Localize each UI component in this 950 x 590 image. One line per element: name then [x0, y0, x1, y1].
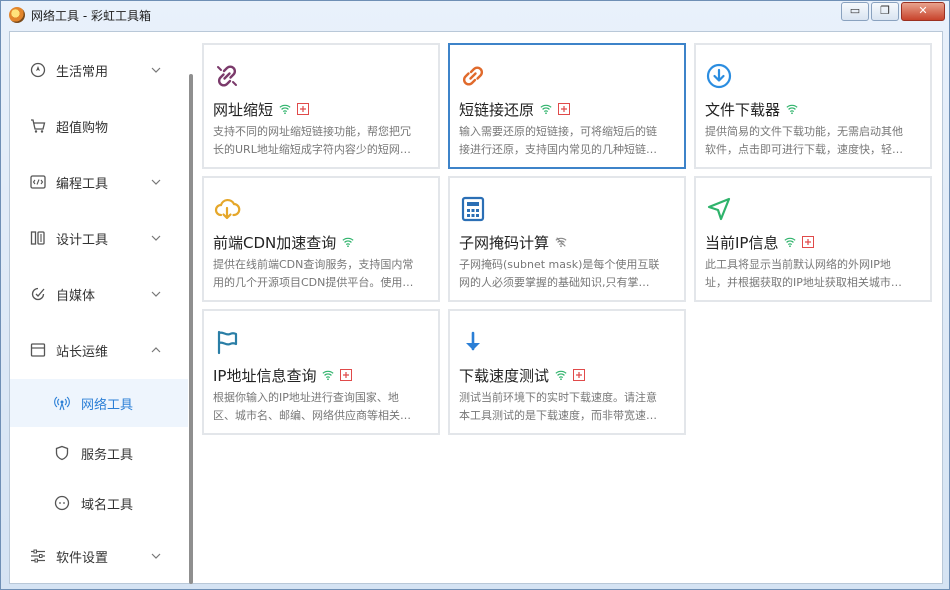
- chevron-down-icon: [150, 64, 162, 76]
- wifi-icon: [322, 369, 334, 381]
- navigation-icon: [705, 195, 733, 223]
- wifi-icon: [279, 103, 291, 115]
- window-title: 网络工具 - 彩虹工具箱: [31, 7, 151, 24]
- sidebar-item-label: 编程工具: [56, 173, 108, 192]
- tool-card-title: 当前IP信息: [705, 232, 778, 253]
- wifi-icon: [784, 236, 796, 248]
- wifi-icon: [540, 103, 552, 115]
- title-bar[interactable]: 网络工具 - 彩虹工具箱 ▭ ❐ ✕: [1, 1, 949, 29]
- chevron-down-icon: [150, 176, 162, 188]
- wifi-icon: [555, 369, 567, 381]
- tool-card-ip-lookup[interactable]: IP地址信息查询 根据你输入的IP地址进行查询国家、地区、城市名、邮编、网络供应…: [202, 309, 440, 435]
- sidebar-item-label: 自媒体: [56, 285, 95, 304]
- wifi-icon: [342, 236, 354, 248]
- sidebar-item-label: 设计工具: [56, 229, 108, 248]
- sidebar-subitem-label: 服务工具: [81, 444, 133, 463]
- window-icon: [30, 342, 46, 358]
- domain-icon: [54, 495, 70, 511]
- sidebar-item-label: 站长运维: [56, 341, 108, 360]
- wifi-off-icon: [555, 236, 567, 248]
- wifi-tower-icon: [54, 395, 70, 411]
- tool-card-title: 文件下载器: [705, 99, 780, 120]
- media-icon: [30, 286, 46, 302]
- arrow-down-icon: [459, 328, 487, 356]
- chevron-down-icon: [150, 288, 162, 300]
- sidebar-item-settings[interactable]: 软件设置: [10, 535, 188, 577]
- app-window: 网络工具 - 彩虹工具箱 ▭ ❐ ✕ 生活常用 超值购物: [0, 0, 950, 590]
- scrollbar-thumb[interactable]: [189, 74, 193, 584]
- tool-card-title: 子网掩码计算: [459, 232, 549, 253]
- sidebar-subitem-label: 网络工具: [81, 394, 133, 413]
- cloud-download-icon: [213, 195, 241, 223]
- tool-card-title: 短链接还原: [459, 99, 534, 120]
- tool-card-description: 子网掩码(subnet mask)是每个使用互联网的人必须要掌握的基础知识,只有…: [459, 256, 681, 292]
- tool-card-url-shorten[interactable]: 网址缩短 支持不同的网址缩短链接功能，帮您把冗长的URL地址缩短成字符内容少的短…: [202, 43, 440, 169]
- plus-square-icon: [802, 236, 814, 248]
- sidebar-item-media[interactable]: 自媒体: [10, 273, 188, 315]
- design-icon: [30, 230, 46, 246]
- calculator-icon: [459, 195, 487, 223]
- sidebar-item-label: 超值购物: [56, 117, 108, 136]
- flag-icon: [213, 328, 241, 356]
- chevron-down-icon: [150, 232, 162, 244]
- tool-card-short-link-restore[interactable]: 短链接还原 输入需要还原的短链接，可将缩短后的链接进行还原，支持国内常见的几种短…: [448, 43, 686, 169]
- link-shorten-icon: [213, 62, 241, 90]
- tool-grid: 网址缩短 支持不同的网址缩短链接功能，帮您把冗长的URL地址缩短成字符内容少的短…: [194, 32, 942, 583]
- sidebar-subitem-domain-tools[interactable]: 域名工具: [10, 479, 188, 527]
- compass-icon: [30, 62, 46, 78]
- sidebar-item-life[interactable]: 生活常用: [10, 49, 188, 91]
- app-logo-icon: [9, 7, 25, 23]
- tool-card-description: 此工具将显示当前默认网络的外网IP地址，并根据获取的IP地址获取相关城市…: [705, 256, 927, 292]
- sidebar-item-design[interactable]: 设计工具: [10, 217, 188, 259]
- tool-card-description: 支持不同的网址缩短链接功能，帮您把冗长的URL地址缩短成字符内容少的短网…: [213, 123, 435, 159]
- plus-square-icon: [573, 369, 585, 381]
- sidebar-subitem-network-tools[interactable]: 网络工具: [10, 379, 188, 427]
- sliders-icon: [30, 548, 46, 564]
- client-area: 生活常用 超值购物 编程工具 设计工具: [9, 31, 943, 584]
- tool-card-file-downloader[interactable]: 文件下载器 提供简易的文件下载功能，无需启动其他软件，点击即可进行下载，速度快，…: [694, 43, 932, 169]
- tool-card-current-ip[interactable]: 当前IP信息 此工具将显示当前默认网络的外网IP地址，并根据获取的IP地址获取相…: [694, 176, 932, 302]
- code-icon: [30, 174, 46, 190]
- plus-square-icon: [340, 369, 352, 381]
- tool-card-description: 测试当前环境下的实时下载速度。请注意本工具测试的是下载速度，而非带宽速…: [459, 389, 681, 425]
- cart-icon: [30, 118, 46, 134]
- tool-card-description: 输入需要还原的短链接，可将缩短后的链接进行还原，支持国内常见的几种短链…: [459, 123, 681, 159]
- close-button[interactable]: ✕: [901, 2, 945, 21]
- chevron-up-icon: [150, 344, 162, 356]
- tool-card-title: 前端CDN加速查询: [213, 232, 336, 253]
- sidebar: 生活常用 超值购物 编程工具 设计工具: [10, 32, 188, 583]
- tool-card-download-speed-test[interactable]: 下载速度测试 测试当前环境下的实时下载速度。请注意本工具测试的是下载速度，而非带…: [448, 309, 686, 435]
- shield-icon: [54, 445, 70, 461]
- wifi-icon: [786, 103, 798, 115]
- tool-card-subnet-calculator[interactable]: 子网掩码计算 子网掩码(subnet mask)是每个使用互联网的人必须要掌握的…: [448, 176, 686, 302]
- tool-card-title: 网址缩短: [213, 99, 273, 120]
- tool-card-description: 提供简易的文件下载功能，无需启动其他软件，点击即可进行下载，速度快，轻…: [705, 123, 927, 159]
- plus-square-icon: [558, 103, 570, 115]
- download-circle-icon: [705, 62, 733, 90]
- sidebar-item-shopping[interactable]: 超值购物: [10, 105, 188, 147]
- sidebar-item-label: 软件设置: [56, 547, 108, 566]
- sidebar-item-webmaster[interactable]: 站长运维: [10, 329, 188, 371]
- link-icon: [459, 62, 487, 90]
- sidebar-item-programming[interactable]: 编程工具: [10, 161, 188, 203]
- tool-card-title: 下载速度测试: [459, 365, 549, 386]
- tool-card-cdn-query[interactable]: 前端CDN加速查询 提供在线前端CDN查询服务，支持国内常用的几个开源项目CDN…: [202, 176, 440, 302]
- sidebar-subitem-label: 域名工具: [81, 494, 133, 513]
- sidebar-subitem-service-tools[interactable]: 服务工具: [10, 429, 188, 477]
- tool-card-description: 提供在线前端CDN查询服务，支持国内常用的几个开源项目CDN提供平台。使用…: [213, 256, 435, 292]
- tool-card-description: 根据你输入的IP地址进行查询国家、地区、城市名、邮编、网络供应商等相关…: [213, 389, 435, 425]
- sidebar-item-label: 生活常用: [56, 61, 108, 80]
- tool-card-title: IP地址信息查询: [213, 365, 316, 386]
- plus-square-icon: [297, 103, 309, 115]
- restore-button[interactable]: ❐: [871, 2, 899, 21]
- minimize-button[interactable]: ▭: [841, 2, 869, 21]
- chevron-down-icon: [150, 550, 162, 562]
